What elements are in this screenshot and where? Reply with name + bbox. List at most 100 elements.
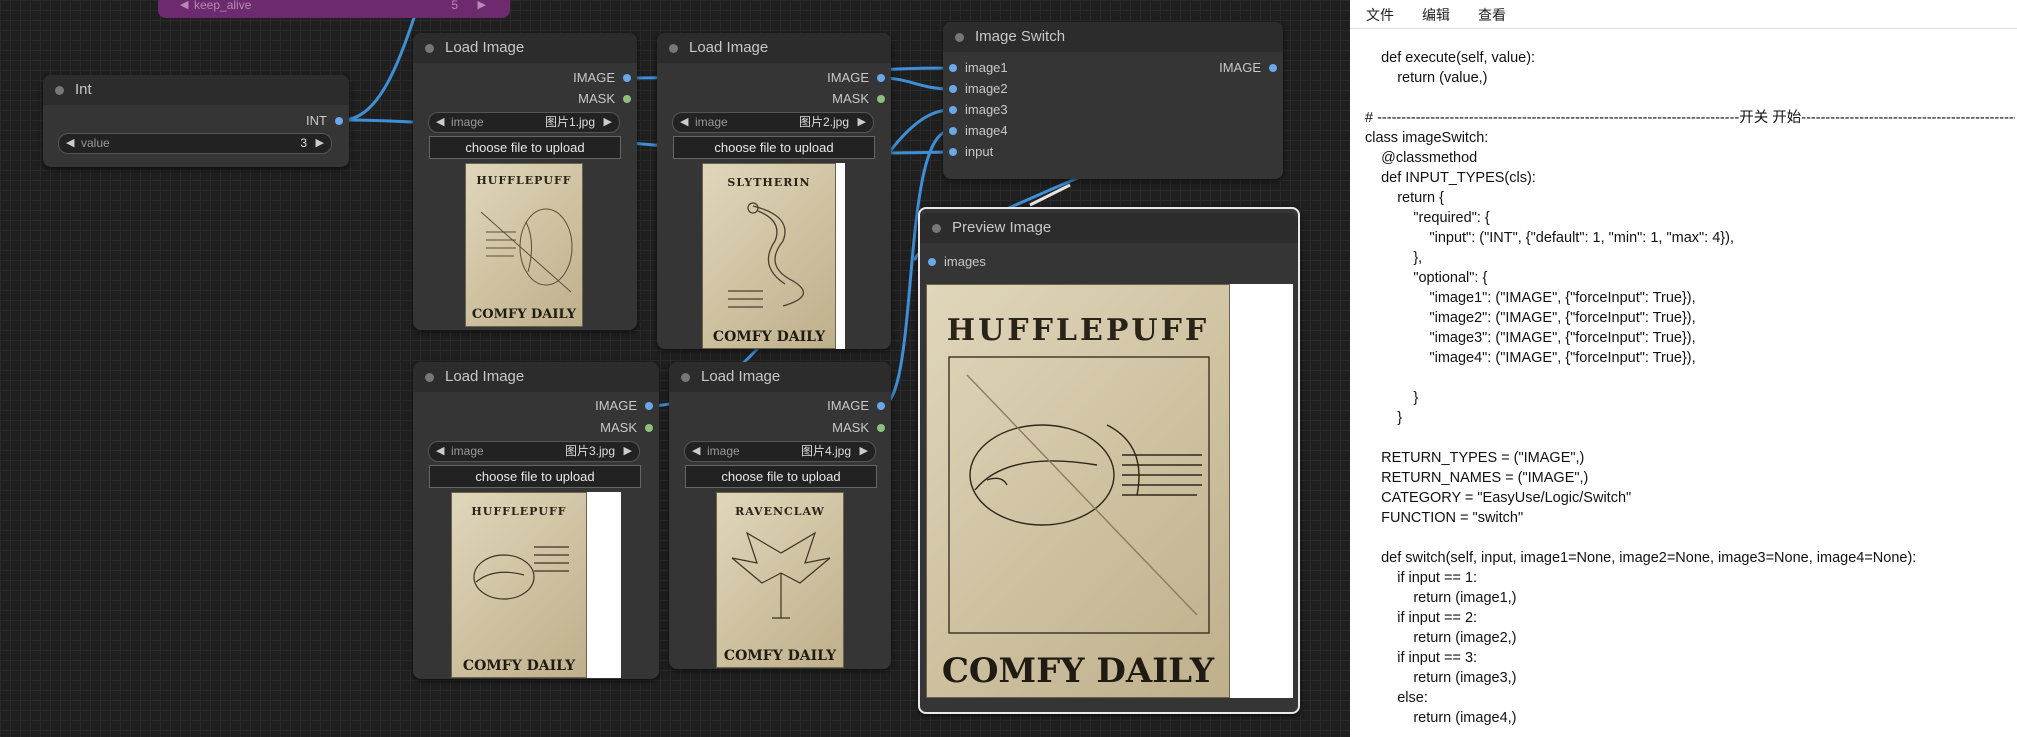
text-editor-window[interactable]: 文件 编辑 查看 def execute(self, value): retur… [1350,0,2017,737]
node-graph-canvas[interactable]: ◀ keep_alive 5 ▶ Int INT ◀ value 3 ▶ Loa… [0,0,1350,737]
node-header[interactable]: Load Image [413,33,637,63]
code-line[interactable]: "image2": ("IMAGE", {"forceInput": True}… [1365,308,2015,328]
output-socket-image[interactable] [1269,64,1277,72]
output-socket-mask[interactable] [877,95,885,103]
next-image-arrow-icon[interactable]: ▶ [860,442,868,461]
code-line[interactable]: "image3": ("IMAGE", {"forceInput": True}… [1365,328,2015,348]
prev-image-arrow-icon[interactable]: ◀ [692,442,700,461]
code-line[interactable]: # --------------------------------------… [1365,108,2015,128]
widget-value: 图片2.jpg [798,115,849,129]
collapse-dot-icon[interactable] [681,373,690,382]
code-line[interactable] [1365,88,2015,108]
output-socket-mask[interactable] [623,95,631,103]
code-line[interactable]: class imageSwitch: [1365,128,2015,148]
prev-image-arrow-icon[interactable]: ◀ [436,113,444,132]
upload-button[interactable]: choose file to upload [429,136,621,159]
code-line[interactable]: return { [1365,188,2015,208]
code-line[interactable]: return (image2,) [1365,628,2015,648]
menu-file[interactable]: 文件 [1366,5,1394,25]
code-line[interactable]: def switch(self, input, image1=None, ima… [1365,548,2015,568]
input-socket-input[interactable] [949,148,957,156]
code-line[interactable]: "optional": { [1365,268,2015,288]
input-socket-image1[interactable] [949,64,957,72]
increment-arrow-icon[interactable]: ▶ [316,134,324,153]
code-line[interactable] [1365,368,2015,388]
collapse-dot-icon[interactable] [955,33,964,42]
load-image-node-2[interactable]: Load Image IMAGE MASK ◀ image 图片2.jpg ▶ … [657,33,891,349]
image-select-widget[interactable]: ◀ image 图片3.jpg ▶ [428,441,640,462]
image-select-widget[interactable]: ◀ image 图片2.jpg ▶ [672,112,874,133]
code-line[interactable]: "image4": ("IMAGE", {"forceInput": True}… [1365,348,2015,368]
prev-image-arrow-icon[interactable]: ◀ [436,442,444,461]
output-socket-image[interactable] [623,74,631,82]
code-line[interactable]: }, [1365,248,2015,268]
code-line[interactable]: return (image3,) [1365,668,2015,688]
upload-button[interactable]: choose file to upload [673,136,875,159]
keep-alive-node[interactable]: ◀ keep_alive 5 ▶ [158,0,510,18]
code-line[interactable]: RETURN_NAMES = ("IMAGE",) [1365,468,2015,488]
upload-button[interactable]: choose file to upload [429,465,641,488]
output-socket-mask[interactable] [877,424,885,432]
code-line[interactable] [1365,528,2015,548]
node-header[interactable]: Load Image [657,33,891,63]
collapse-dot-icon[interactable] [425,44,434,53]
node-header[interactable]: Preview Image [920,213,1298,243]
code-line[interactable]: def INPUT_TYPES(cls): [1365,168,2015,188]
code-line[interactable]: CATEGORY = "EasyUse/Logic/Switch" [1365,488,2015,508]
int-node-header[interactable]: Int [43,75,349,105]
input-socket-image2[interactable] [949,85,957,93]
collapse-dot-icon[interactable] [669,44,678,53]
output-socket-image[interactable] [645,402,653,410]
input-socket-image4[interactable] [949,127,957,135]
code-text-area[interactable]: def execute(self, value): return (value,… [1365,48,2015,728]
upload-button[interactable]: choose file to upload [685,465,877,488]
next-image-arrow-icon[interactable]: ▶ [624,442,632,461]
code-line[interactable]: if input == 2: [1365,608,2015,628]
next-image-arrow-icon[interactable]: ▶ [604,113,612,132]
image-switch-node[interactable]: Image Switch image1 image2 image3 image4… [943,22,1283,179]
load-image-node-1[interactable]: Load Image IMAGE MASK ◀ image 图片1.jpg ▶ … [413,33,637,330]
int-node[interactable]: Int INT ◀ value 3 ▶ [43,75,349,167]
code-line[interactable]: return (image4,) [1365,708,2015,728]
output-socket-image[interactable] [877,402,885,410]
code-line[interactable]: def execute(self, value): [1365,48,2015,68]
next-image-arrow-icon[interactable]: ▶ [858,113,866,132]
preview-image-node[interactable]: Preview Image images HUFFLEPUFF COMFY DA… [918,207,1300,714]
menu-edit[interactable]: 编辑 [1422,5,1450,25]
code-line[interactable]: return (image1,) [1365,588,2015,608]
menu-view[interactable]: 查看 [1478,5,1506,25]
load-image-node-4[interactable]: Load Image IMAGE MASK ◀ image 图片4.jpg ▶ … [669,362,891,669]
collapse-dot-icon[interactable] [932,224,941,233]
image-select-widget[interactable]: ◀ image 图片4.jpg ▶ [684,441,876,462]
code-line[interactable]: else: [1365,688,2015,708]
code-line[interactable] [1365,428,2015,448]
code-line[interactable]: } [1365,388,2015,408]
input-socket-images[interactable] [928,258,936,266]
image-select-widget[interactable]: ◀ image 图片1.jpg ▶ [428,112,620,133]
code-line[interactable]: "required": { [1365,208,2015,228]
code-line[interactable]: if input == 3: [1365,648,2015,668]
collapse-dot-icon[interactable] [425,373,434,382]
prev-image-arrow-icon[interactable]: ◀ [680,113,688,132]
left-arrow-icon[interactable]: ◀ [180,0,188,11]
code-line[interactable]: @classmethod [1365,148,2015,168]
code-line[interactable]: } [1365,408,2015,428]
code-line[interactable]: return (value,) [1365,68,2015,88]
load-image-node-3[interactable]: Load Image IMAGE MASK ◀ image 图片3.jpg ▶ … [413,362,659,679]
collapse-dot-icon[interactable] [55,86,64,95]
value-widget[interactable]: ◀ value 3 ▶ [58,133,332,154]
code-line[interactable]: "input": ("INT", {"default": 1, "min": 1… [1365,228,2015,248]
code-line[interactable]: RETURN_TYPES = ("IMAGE",) [1365,448,2015,468]
code-line[interactable]: FUNCTION = "switch" [1365,508,2015,528]
code-line[interactable]: if input == 1: [1365,568,2015,588]
right-arrow-icon[interactable]: ▶ [478,0,486,11]
output-socket-int[interactable] [335,117,343,125]
output-socket-mask[interactable] [645,424,653,432]
node-header[interactable]: Load Image [669,362,891,392]
node-header[interactable]: Load Image [413,362,659,392]
node-header[interactable]: Image Switch [943,22,1283,52]
input-socket-image3[interactable] [949,106,957,114]
output-socket-image[interactable] [877,74,885,82]
code-line[interactable]: "image1": ("IMAGE", {"forceInput": True}… [1365,288,2015,308]
decrement-arrow-icon[interactable]: ◀ [66,134,74,153]
